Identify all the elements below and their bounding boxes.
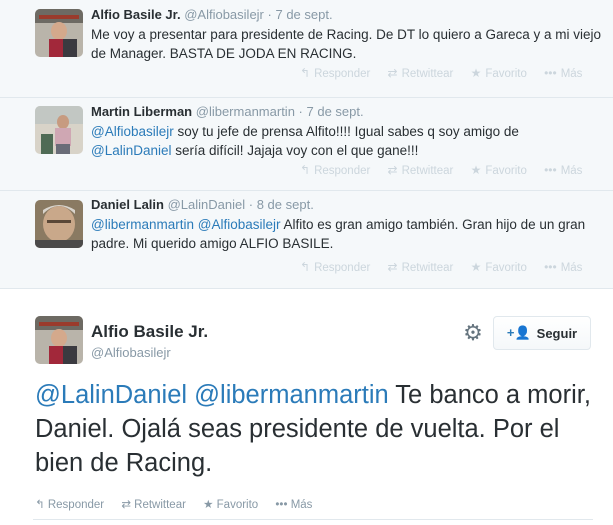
more-button[interactable]: ••• Más [544, 260, 582, 274]
separator: · [298, 104, 303, 119]
avatar[interactable] [35, 9, 83, 57]
author-handle[interactable]: @LalinDaniel [168, 197, 246, 212]
star-icon: ★ [470, 163, 482, 177]
author-handle[interactable]: @Alfiobasilejr [184, 7, 264, 22]
timestamp[interactable]: 7 de sept. [307, 104, 364, 119]
divider [33, 519, 593, 520]
more-button[interactable]: ••• Más [544, 66, 582, 80]
retweet-button[interactable]: ⇄ Retwittear [387, 163, 454, 177]
text-segment: Me voy a presentar para presidente de Ra… [91, 27, 602, 61]
separator: · [267, 7, 272, 22]
tweet-text: @libermanmartin @Alfiobasilejr Alfito es… [91, 215, 601, 253]
text-segment: soy tu jefe de prensa Alfito!!!! Igual s… [173, 124, 519, 139]
mention-link[interactable]: @Alfiobasilejr [91, 124, 174, 139]
tweet-actions: ↰ Responder ⇄ Retwittear ★ Favorito ••• Más [300, 163, 596, 177]
author-handle[interactable]: @libermanmartin [196, 104, 295, 119]
retweet-icon: ⇄ [387, 66, 398, 80]
reply-icon: ↰ [300, 66, 311, 80]
reply-button[interactable]: ↰ Responder [35, 499, 104, 511]
avatar[interactable] [35, 106, 83, 154]
author-name[interactable]: Martin Liberman [91, 104, 192, 119]
tweet-text: Me voy a presentar para presidente de Ra… [91, 25, 601, 63]
reply-button[interactable]: ↰ Responder [300, 163, 370, 177]
reply-icon: ↰ [300, 260, 311, 274]
favorite-button[interactable]: ★ Favorito [470, 66, 527, 80]
follow-button[interactable]: +👤 Seguir [493, 316, 591, 350]
reply-button[interactable]: ↰ Responder [300, 260, 370, 274]
favorite-button[interactable]: ★ Favorito [203, 499, 258, 511]
tweet-text: @LalinDaniel @libermanmartin Te banco a … [35, 378, 595, 480]
retweet-button[interactable]: ⇄ Retwittear [121, 499, 186, 511]
tweet-actions: ↰ Responder ⇄ Retwittear ★ Favorito ••• … [35, 497, 326, 511]
follow-label: Seguir [536, 325, 578, 341]
reply-tweet[interactable]: Martin Liberman @libermanmartin · 7 de s… [0, 97, 613, 191]
favorite-button[interactable]: ★ Favorito [470, 260, 527, 274]
more-icon: ••• [544, 260, 557, 274]
mention-link[interactable]: @LalinDaniel [91, 143, 172, 158]
tweet-text: @Alfiobasilejr soy tu jefe de prensa Alf… [91, 122, 601, 160]
author-name[interactable]: Alfio Basile Jr. [91, 7, 181, 22]
retweet-button[interactable]: ⇄ Retwittear [387, 260, 454, 274]
tweet-header: Daniel Lalin @LalinDaniel · 8 de sept. [91, 197, 314, 212]
timestamp[interactable]: 7 de sept. [275, 7, 332, 22]
mention-link[interactable]: @libermanmartin [194, 381, 389, 409]
retweet-icon: ⇄ [387, 260, 398, 274]
more-icon: ••• [275, 499, 291, 511]
more-button[interactable]: ••• Más [544, 163, 582, 177]
tweet-header: Alfio Basile Jr. @Alfiobasilejr · 7 de s… [91, 7, 333, 22]
more-icon: ••• [544, 66, 557, 80]
reply-icon: ↰ [300, 163, 311, 177]
add-user-icon: +👤 [506, 325, 531, 340]
tweet-actions: ↰ Responder ⇄ Retwittear ★ Favorito ••• Más [300, 260, 596, 274]
author-name[interactable]: Alfio Basile Jr. [91, 322, 208, 342]
gear-icon[interactable]: ⚙ [461, 321, 485, 345]
reply-tweet[interactable]: Alfio Basile Jr. @Alfiobasilejr · 7 de s… [0, 0, 613, 98]
reply-button[interactable]: ↰ Responder [300, 66, 370, 80]
favorite-button[interactable]: ★ Favorito [470, 163, 527, 177]
more-button[interactable]: ••• Más [275, 499, 312, 511]
timestamp[interactable]: 8 de sept. [257, 197, 314, 212]
mention-link[interactable]: @LalinDaniel [35, 381, 187, 409]
star-icon: ★ [203, 499, 217, 511]
author-handle[interactable]: @Alfiobasilejr [91, 345, 171, 360]
separator: · [248, 197, 254, 212]
mention-link[interactable]: @Alfiobasilejr [198, 217, 281, 232]
avatar[interactable] [35, 200, 83, 248]
author-name[interactable]: Daniel Lalin [91, 197, 164, 212]
reply-tweet[interactable]: Daniel Lalin @LalinDaniel · 8 de sept. @… [0, 190, 613, 289]
avatar[interactable] [35, 316, 83, 364]
text-segment: sería difícil! Jajaja voy con el que gan… [171, 143, 419, 158]
retweet-icon: ⇄ [387, 163, 398, 177]
retweet-icon: ⇄ [121, 499, 135, 511]
tweet-actions: ↰ Responder ⇄ Retwittear ★ Favorito ••• Más [300, 66, 596, 80]
star-icon: ★ [470, 66, 482, 80]
tweet-header: Martin Liberman @libermanmartin · 7 de s… [91, 104, 364, 119]
retweet-button[interactable]: ⇄ Retwittear [387, 66, 454, 80]
star-icon: ★ [470, 260, 482, 274]
reply-icon: ↰ [35, 499, 48, 511]
mention-link[interactable]: @libermanmartin [91, 217, 194, 232]
more-icon: ••• [544, 163, 557, 177]
